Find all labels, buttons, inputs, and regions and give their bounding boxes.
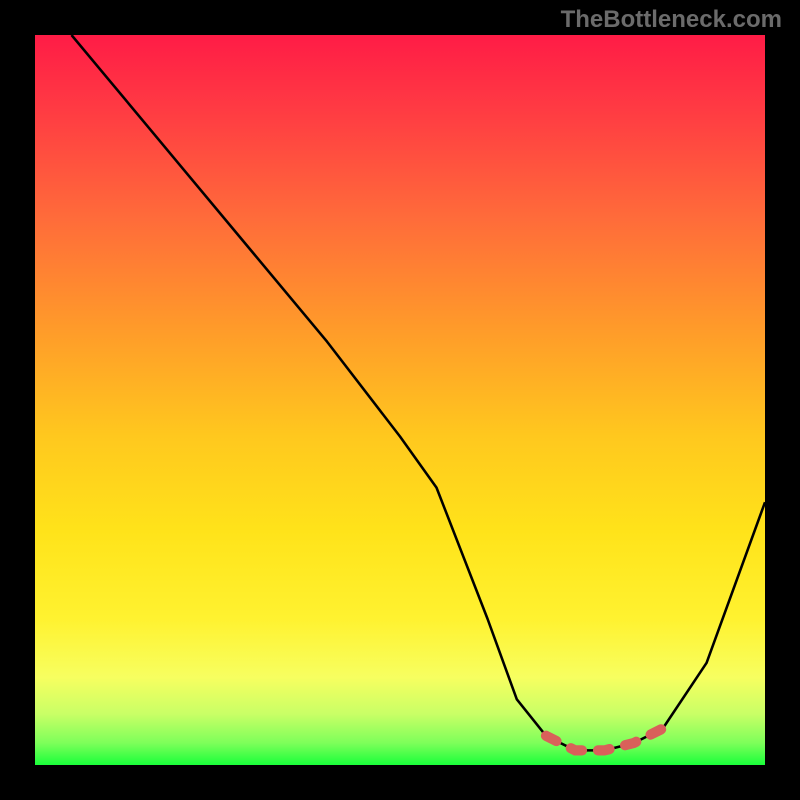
plot-area [35,35,765,765]
trough-markers [546,729,663,751]
main-curve [72,35,766,750]
chart-container: TheBottleneck.com [0,0,800,800]
curve-layer [35,35,765,765]
watermark-text: TheBottleneck.com [561,6,782,34]
